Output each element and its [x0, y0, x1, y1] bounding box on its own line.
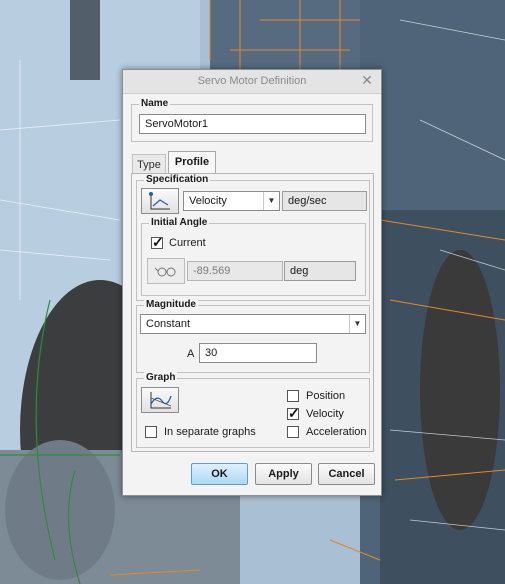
chevron-down-icon: ▼: [349, 315, 365, 333]
close-icon[interactable]: ✕: [360, 73, 374, 87]
specification-selected: Velocity: [189, 195, 227, 207]
specification-legend: Specification: [144, 174, 211, 185]
a-value-field[interactable]: 30: [199, 343, 317, 363]
specification-unit: deg/sec: [282, 191, 367, 211]
dialog-title: Servo Motor Definition: [197, 75, 307, 87]
velocity-checkbox[interactable]: ✓: [287, 405, 300, 421]
glasses-icon: [147, 258, 185, 284]
magnitude-group: Magnitude Constant ▼ A 30: [136, 299, 370, 373]
initial-angle-unit: deg: [284, 261, 356, 281]
current-checkbox[interactable]: ✓: [151, 234, 164, 250]
velocity-profile-icon[interactable]: [141, 188, 179, 214]
acceleration-checkbox[interactable]: [287, 426, 299, 438]
cancel-button[interactable]: Cancel: [318, 463, 375, 485]
dialog-titlebar: Servo Motor Definition ✕: [123, 70, 381, 94]
ok-button[interactable]: OK: [191, 463, 248, 485]
position-checkbox[interactable]: [287, 390, 299, 402]
motor-name-field[interactable]: ServoMotor1: [139, 114, 366, 134]
current-label: Current: [169, 237, 206, 249]
chevron-down-icon: ▼: [263, 192, 279, 210]
tab-profile[interactable]: Profile: [168, 151, 216, 174]
graph-group: Graph In separate graphs Position ✓ Velo…: [136, 372, 370, 448]
initial-angle-legend: Initial Angle: [149, 217, 210, 228]
position-label: Position: [306, 390, 346, 402]
apply-button[interactable]: Apply: [255, 463, 312, 485]
initial-angle-field: -89.569: [187, 261, 283, 281]
graph-legend: Graph: [144, 372, 178, 383]
specification-select[interactable]: Velocity ▼: [183, 191, 280, 211]
separate-graphs-checkbox[interactable]: [145, 426, 157, 438]
initial-angle-group: Initial Angle ✓ Current -89.569 deg: [141, 217, 366, 296]
graph-icon[interactable]: [141, 387, 179, 413]
name-legend: Name: [139, 98, 171, 109]
velocity-label: Velocity: [306, 408, 344, 420]
magnitude-select[interactable]: Constant ▼: [140, 314, 366, 334]
separate-graphs-label: In separate graphs: [164, 426, 256, 438]
name-group: Name ServoMotor1: [131, 98, 373, 142]
checkmark-icon: ✓: [288, 405, 300, 421]
magnitude-legend: Magnitude: [144, 299, 198, 310]
specification-group: Specification Velocity ▼ deg/sec Initial…: [136, 174, 370, 301]
checkmark-icon: ✓: [152, 234, 164, 250]
tab-type[interactable]: Type: [132, 154, 166, 174]
magnitude-selected: Constant: [146, 318, 191, 330]
servo-motor-dialog: Servo Motor Definition ✕ Name ServoMotor…: [122, 69, 382, 496]
a-label: A: [187, 348, 195, 360]
acceleration-label: Acceleration: [306, 426, 367, 438]
